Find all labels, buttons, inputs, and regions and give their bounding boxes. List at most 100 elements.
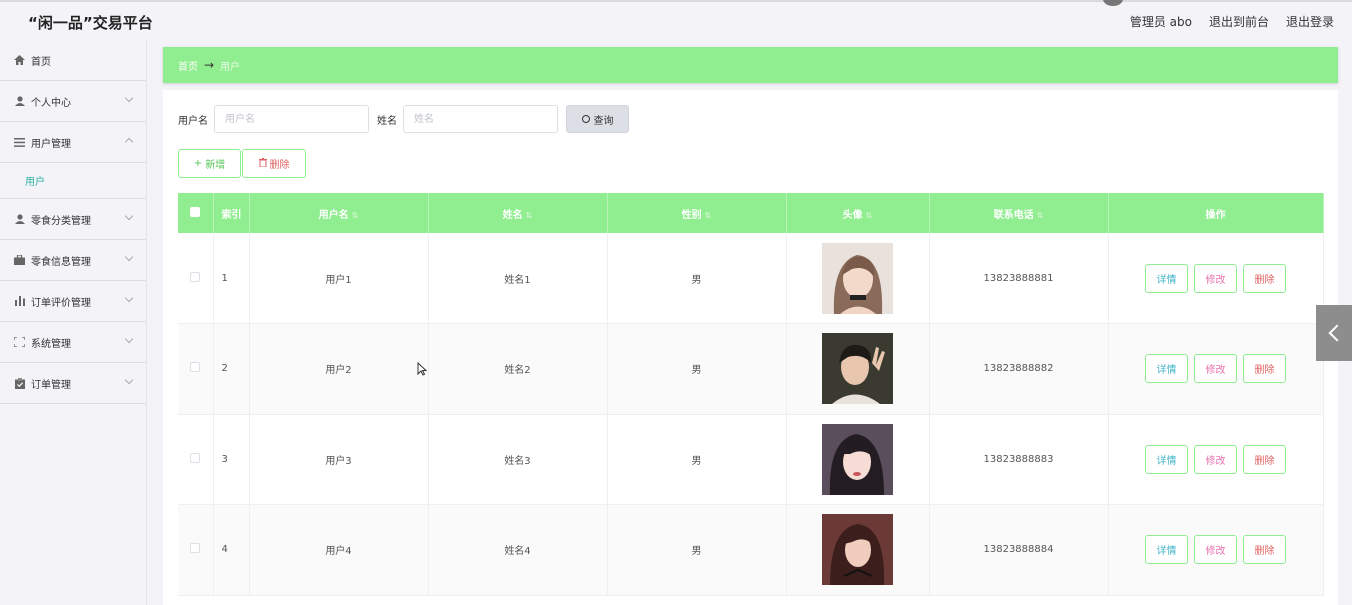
row-checkbox-cell[interactable] [178,504,214,596]
cell-name: 姓名4 [428,504,608,596]
delete-button[interactable]: 删除 [1243,444,1286,474]
detail-button[interactable]: 详情 [1145,263,1188,293]
header-avatar[interactable]: 头像 ⇅ [786,193,930,233]
sidebar-item-label: 个人中心 [31,97,71,109]
table-row: 1 用户1 姓名1 男 13823888881 详情 修改 删除 [178,233,1324,324]
home-icon [14,55,25,66]
avatar-image [822,514,893,586]
user-icon [14,96,25,107]
edit-button[interactable]: 修改 [1194,535,1237,565]
search-icon [581,115,590,123]
row-checkbox-cell[interactable] [178,414,214,505]
breadcrumb-current: 用户 [220,61,241,73]
sort-icon[interactable]: ⇅ [705,211,712,220]
back-to-frontend-link[interactable]: 退出到前台 [1209,13,1269,30]
cell-actions: 详情 修改 删除 [1108,504,1324,596]
sidebar-subitem-user[interactable]: 用户 [0,163,146,199]
chevron-down-icon [124,93,134,103]
logout-link[interactable]: 退出登录 [1286,13,1334,30]
avatar-image [822,423,893,495]
query-button[interactable]: 查询 [566,105,629,133]
edit-button[interactable]: 修改 [1194,444,1237,474]
sidebar-item-home[interactable]: 首页 [0,40,146,81]
row-checkbox[interactable] [190,543,201,554]
cell-gender: 男 [607,414,787,505]
table-header-row: 索引 用户名 ⇅ 姓名 ⇅ 性别 ⇅ 头像 ⇅ 联系电话 ⇅ 操作 [178,193,1324,233]
cell-username: 用户3 [249,414,429,505]
row-checkbox[interactable] [190,362,201,373]
edit-button[interactable]: 修改 [1194,354,1237,384]
sidebar-item-label: 订单评价管理 [31,297,91,309]
detail-button[interactable]: 详情 [1145,354,1188,384]
batch-delete-label: 删除 [269,160,290,171]
row-checkbox-cell[interactable] [178,233,214,324]
sidebar-item-snack-category[interactable]: 零食分类管理 [0,199,146,240]
select-all-checkbox-cell[interactable] [178,193,214,233]
delete-button[interactable]: 删除 [1243,354,1286,384]
header-gender-label: 性别 [681,209,702,221]
username-input[interactable] [214,105,369,133]
sidebar-item-label: 订单管理 [31,379,71,391]
cell-index: 2 [213,323,250,415]
header-username-label: 用户名 [318,209,349,221]
sidebar-item-user-management[interactable]: 用户管理 [0,122,146,163]
cell-index: 4 [213,504,250,596]
header-username[interactable]: 用户名 ⇅ [249,193,429,233]
cell-name: 姓名2 [428,323,608,415]
breadcrumb-home[interactable]: 首页 [178,58,198,73]
sidebar-item-system[interactable]: 系统管理 [0,322,146,363]
sort-icon[interactable]: ⇅ [526,211,533,220]
action-bar: + 新增 删除 [178,149,306,178]
breadcrumb-arrow-icon: → [204,58,215,72]
cell-avatar [786,414,930,505]
chevron-left-icon [1328,324,1346,342]
row-checkbox[interactable] [190,271,201,282]
delete-button[interactable]: 删除 [1243,535,1286,565]
cell-avatar [786,233,930,324]
header-name[interactable]: 姓名 ⇅ [428,193,608,233]
search-bar: 用户名 姓名 查询 [178,105,629,133]
sort-icon[interactable]: ⇅ [866,211,873,220]
sidebar: 首页 个人中心 用户管理 用户 零食分类管理 零食信息管理 订单评价管理 系统管… [0,40,147,605]
cell-actions: 详情 修改 删除 [1108,414,1324,505]
select-all-checkbox[interactable] [190,206,201,217]
side-panel-toggle[interactable] [1316,305,1352,361]
cell-gender: 男 [607,504,787,596]
cell-actions: 详情 修改 删除 [1108,233,1324,324]
add-button[interactable]: + 新增 [178,149,241,178]
bar-chart-icon [14,296,25,307]
sort-icon[interactable]: ⇅ [352,211,359,220]
batch-delete-button[interactable]: 删除 [242,149,306,178]
row-checkbox[interactable] [190,452,201,463]
header-phone[interactable]: 联系电话 ⇅ [929,193,1109,233]
cell-gender: 男 [607,233,787,324]
cell-username: 用户4 [249,504,429,596]
detail-button[interactable]: 详情 [1145,535,1188,565]
site-title: “闲一品”交易平台 [28,14,153,32]
name-input[interactable] [403,105,558,133]
chevron-down-icon [124,375,134,385]
trash-icon [258,157,267,170]
fullscreen-icon [14,337,25,348]
detail-button[interactable]: 详情 [1145,444,1188,474]
header-phone-label: 联系电话 [993,209,1034,221]
breadcrumb: 首页 → 用户 [163,47,1338,83]
delete-button[interactable]: 删除 [1243,263,1286,293]
chevron-down-icon [124,211,134,221]
sidebar-item-snack-info[interactable]: 零食信息管理 [0,240,146,281]
header-gender[interactable]: 性别 ⇅ [607,193,787,233]
mouse-cursor-icon [417,362,427,376]
sidebar-item-order-review[interactable]: 订单评价管理 [0,281,146,322]
cell-phone: 13823888881 [929,233,1109,324]
row-checkbox-cell[interactable] [178,323,214,415]
chevron-down-icon [124,293,134,303]
username-label: 用户名 [178,115,208,127]
sidebar-item-personal-center[interactable]: 个人中心 [0,81,146,122]
sidebar-item-label: 用户管理 [31,138,71,150]
top-bar: “闲一品”交易平台 管理员 abo 退出到前台 退出登录 [0,0,1352,40]
cell-username: 用户2 [249,323,429,415]
sidebar-item-order[interactable]: 订单管理 [0,363,146,404]
cell-index: 1 [213,233,250,324]
sort-icon[interactable]: ⇅ [1037,211,1044,220]
edit-button[interactable]: 修改 [1194,263,1237,293]
